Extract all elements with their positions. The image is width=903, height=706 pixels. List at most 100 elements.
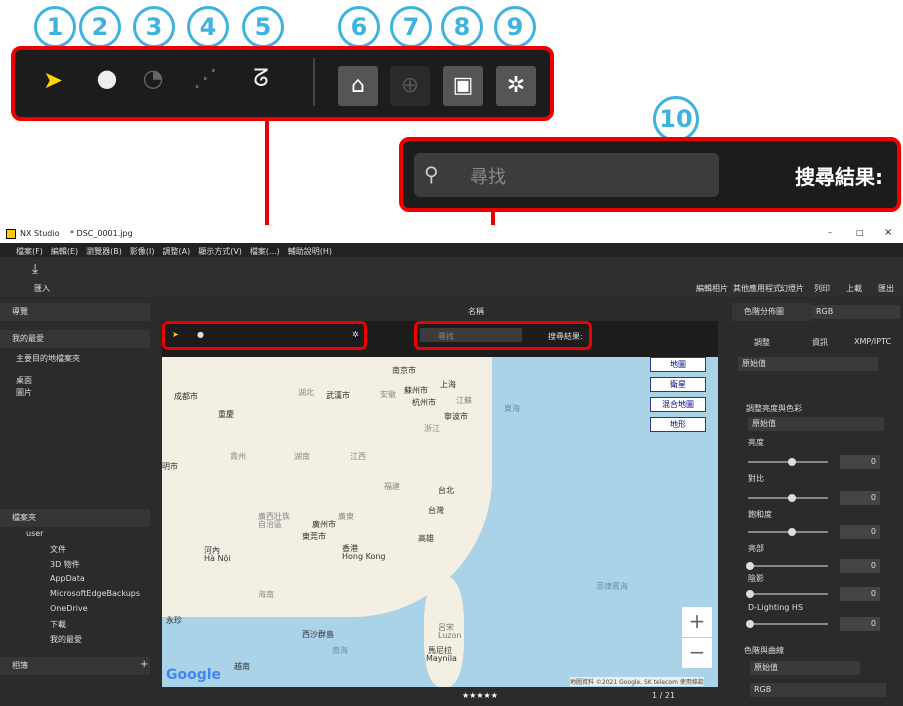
rating-stars[interactable]: ★★★★★ — [462, 691, 498, 700]
brightness-knob[interactable] — [788, 458, 796, 466]
add-album-button[interactable]: + — [140, 659, 148, 670]
tree-documents[interactable]: 文件 — [50, 544, 66, 555]
search-input[interactable] — [420, 328, 522, 342]
dlighting-value[interactable]: 0 — [840, 617, 880, 631]
upload-label[interactable]: 上載 — [846, 283, 862, 294]
section2-preset-select[interactable]: 原始值 — [750, 661, 860, 675]
folders-header[interactable]: 檔案夾 — [0, 509, 150, 527]
toolbar-divider — [313, 58, 315, 106]
tree-edgebackups[interactable]: MicrosoftEdgeBackups — [50, 589, 140, 598]
tree-3d[interactable]: 3D 物件 — [50, 559, 80, 570]
menu-file[interactable]: 檔案(F) — [16, 247, 43, 256]
fav-item-main[interactable]: 主要目的地檔案夾 — [16, 353, 80, 364]
menu-edit[interactable]: 編輯(E) — [51, 247, 78, 256]
edit-photo-label[interactable]: 編輯相片 — [696, 283, 728, 294]
saturation-value[interactable]: 0 — [840, 525, 880, 539]
settings-gear-button[interactable]: ✲ — [496, 66, 536, 106]
map-type-terrain[interactable]: 地形 — [650, 417, 706, 432]
slideshow-label[interactable]: 幻燈片 — [780, 283, 804, 294]
map-label: Hà Nội — [204, 554, 231, 563]
menu-adjust[interactable]: 調整(A) — [162, 247, 190, 256]
minimize-button[interactable]: – — [828, 228, 832, 237]
map-label: 成都市 — [174, 392, 198, 401]
highlights-slider[interactable] — [748, 565, 828, 567]
small-select-icon[interactable]: ➤ — [172, 330, 179, 339]
zoom-out-button[interactable]: − — [682, 638, 712, 668]
close-button[interactable]: × — [884, 227, 892, 238]
preset-select[interactable]: 原始值 — [738, 357, 878, 371]
tab-xmp[interactable]: XMP/IPTC — [854, 337, 891, 346]
nav-header[interactable]: 導覽 — [0, 303, 150, 321]
location-pin-icon[interactable]: ● — [92, 64, 122, 92]
file-name: * DSC_0001.jpg — [70, 229, 133, 238]
menu-help[interactable]: 輔助說明(H) — [288, 247, 332, 256]
contrast-knob[interactable] — [788, 494, 796, 502]
shadows-knob[interactable] — [746, 590, 754, 598]
albums-header[interactable]: 相簿 — [0, 657, 150, 675]
tab-adjust[interactable]: 調整 — [754, 337, 770, 348]
direction-icon[interactable]: ◔ — [138, 64, 168, 92]
shadows-slider[interactable] — [748, 593, 828, 595]
menu-browser[interactable]: 瀏覽器(B) — [86, 247, 122, 256]
section2-mode-select[interactable]: RGB — [750, 683, 886, 697]
other-apps-label[interactable]: 其他應用程式 — [733, 283, 781, 294]
map-label: 東莞市 — [302, 532, 326, 541]
small-settings-icon[interactable]: ✲ — [352, 330, 359, 339]
dlighting-knob[interactable] — [746, 620, 754, 628]
section1-preset-select[interactable]: 原始值 — [748, 417, 884, 431]
select-arrow-icon[interactable]: ➤ — [38, 66, 68, 94]
tree-appdata[interactable]: AppData — [50, 574, 85, 583]
callout-7: 7 — [390, 6, 432, 48]
histogram-header[interactable]: 色階分佈圖 — [732, 303, 812, 321]
export-label[interactable]: 匯出 — [878, 283, 894, 294]
google-logo: Google — [166, 667, 222, 683]
tab-info[interactable]: 資訊 — [812, 337, 828, 348]
shadows-value[interactable]: 0 — [840, 587, 880, 601]
track-log-icon[interactable]: ᘔ — [246, 64, 276, 92]
tree-user[interactable]: user — [26, 529, 43, 538]
map-type-hybrid[interactable]: 混合地圖 — [650, 397, 706, 412]
map-label: 貴州 — [230, 452, 246, 461]
home-button[interactable]: ⌂ — [338, 66, 378, 106]
map-label: 上海 — [440, 380, 456, 389]
menu-window[interactable]: 檔案(...) — [250, 247, 280, 256]
map-type-satellite[interactable]: 衛星 — [650, 377, 706, 392]
callout-9: 9 — [494, 6, 536, 48]
maximize-button[interactable]: □ — [856, 228, 864, 237]
saturation-knob[interactable] — [788, 528, 796, 536]
favorites-header[interactable]: 我的最愛 — [0, 330, 150, 348]
small-pin-icon[interactable]: ● — [197, 330, 204, 339]
crosshair-button[interactable]: ⊕ — [390, 66, 430, 106]
main-toolbar: ⤓ 匯入 編輯相片 其他應用程式 幻燈片 列印 上載 匯出 — [0, 257, 903, 297]
sort-name-label[interactable]: 名稱 — [468, 306, 484, 317]
section-levels-curves[interactable]: 色階與曲線 — [744, 645, 784, 656]
highlights-value[interactable]: 0 — [840, 559, 880, 573]
highlights-knob[interactable] — [746, 562, 754, 570]
zoom-in-button[interactable]: + — [682, 607, 712, 637]
map-label: 福建 — [384, 482, 400, 491]
tree-onedrive[interactable]: OneDrive — [50, 604, 88, 613]
menu-image[interactable]: 影像(I) — [130, 247, 155, 256]
track-point-icon[interactable]: ⋰ — [190, 64, 220, 92]
zoomed-search-results-label: 搜尋結果: — [795, 165, 883, 189]
section-brightness-color[interactable]: 調整亮度與色彩 — [746, 403, 802, 414]
import-icon[interactable]: ⤓ — [32, 261, 38, 277]
zoomed-search-placeholder: 尋找 — [470, 167, 506, 188]
map-view[interactable]: 南京市 上海 蘇州市 杭州市 寧波市 武漢市 湖北 成都市 重慶 浙江 江西 湖… — [162, 357, 718, 687]
map-panel-button[interactable]: ▣ — [443, 66, 483, 106]
print-label[interactable]: 列印 — [814, 283, 830, 294]
dlighting-slider[interactable] — [748, 623, 828, 625]
fav-item-pictures[interactable]: 圖片 — [16, 387, 32, 398]
fav-item-desktop[interactable]: 桌面 — [16, 375, 32, 386]
zoomed-search-field[interactable] — [414, 153, 719, 197]
tree-favorites[interactable]: 我的最愛 — [50, 634, 82, 645]
contrast-value[interactable]: 0 — [840, 491, 880, 505]
map-label: 永珍 — [166, 616, 182, 625]
map-type-map[interactable]: 地圖 — [650, 357, 706, 372]
histogram-mode-select[interactable]: RGB — [812, 305, 900, 319]
map-label: 蘇州市 — [404, 386, 428, 395]
map-label: 浙江 — [424, 424, 440, 433]
tree-downloads[interactable]: 下載 — [50, 619, 66, 630]
brightness-value[interactable]: 0 — [840, 455, 880, 469]
menu-view[interactable]: 顯示方式(V) — [198, 247, 242, 256]
